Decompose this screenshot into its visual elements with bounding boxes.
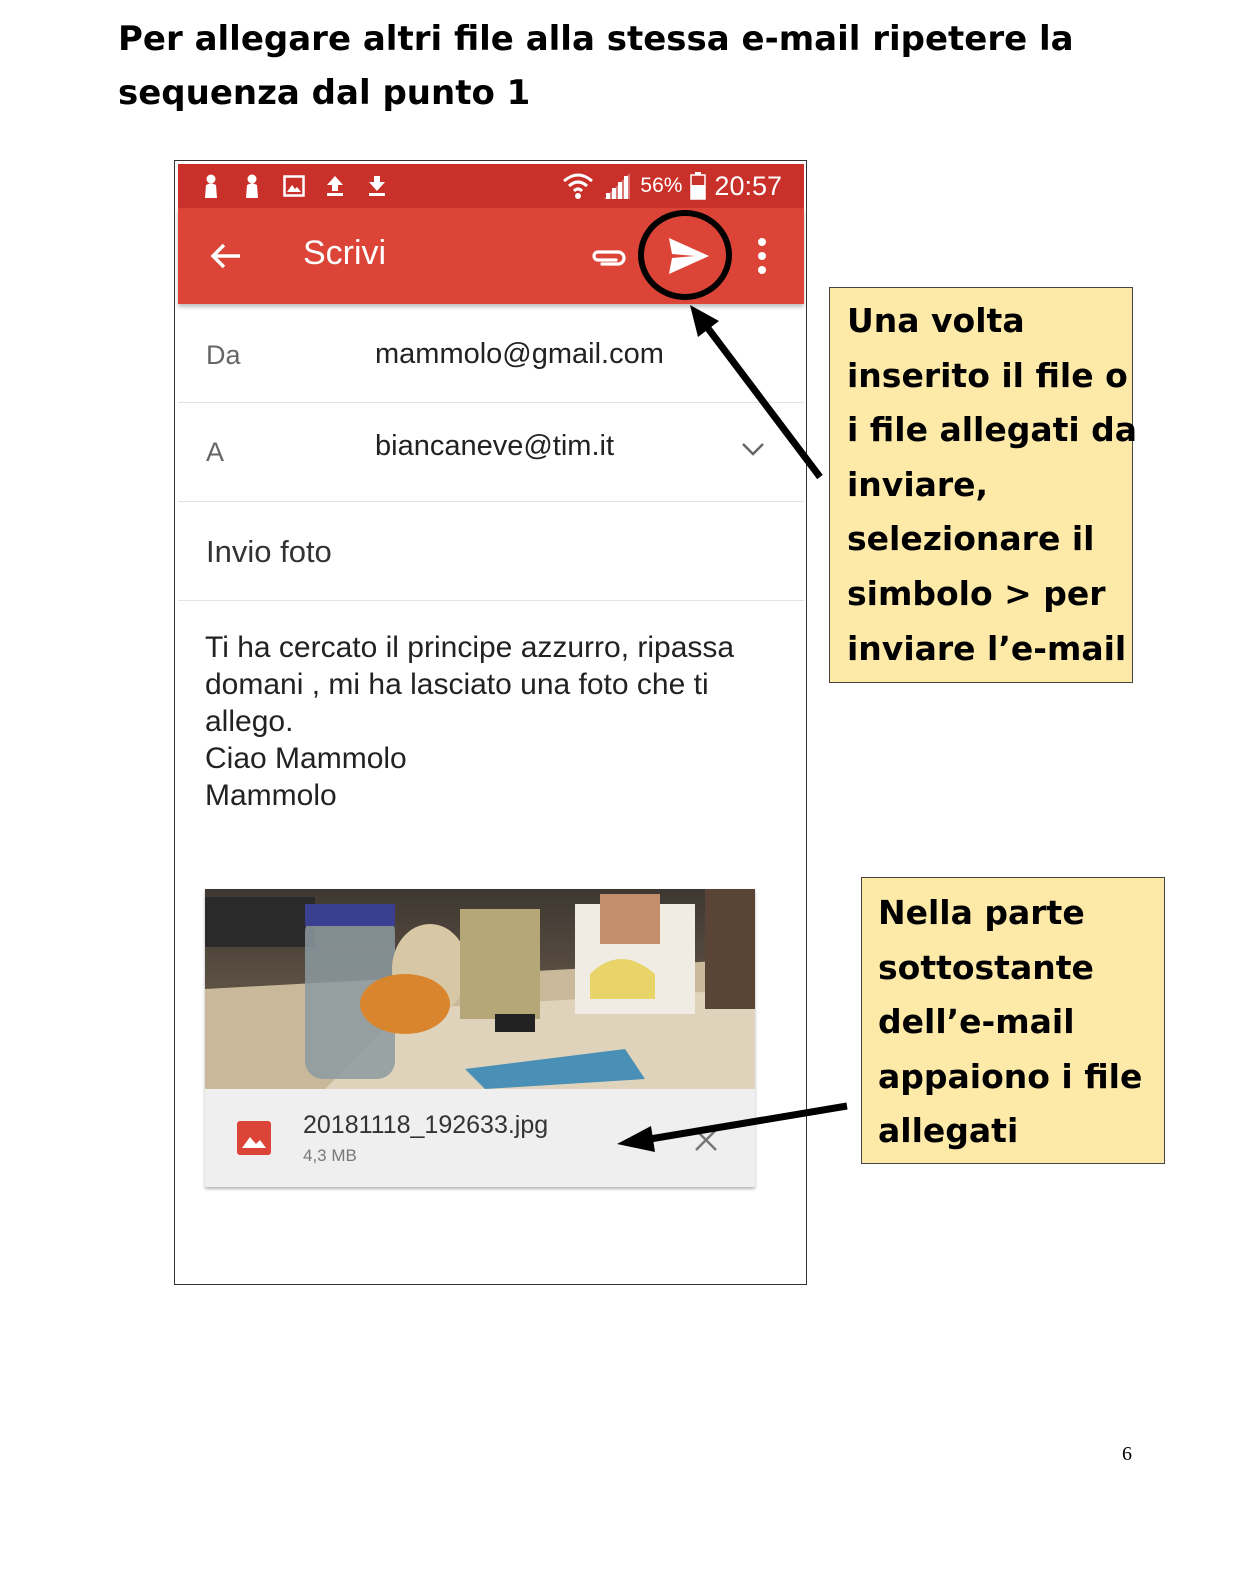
battery-percent: 56% [640,174,683,197]
compose-toolbar: Scrivi [178,208,804,304]
attachment-card[interactable]: 20181118_192633.jpg 4,3 MB [205,889,755,1187]
attach-icon[interactable] [588,238,628,278]
callout-line: simbolo > per [847,573,1106,613]
subject-field[interactable]: Invio foto [206,534,332,570]
page-number: 6 [1122,1443,1132,1465]
send-instructions-callout: Una volta inserito il file o i file alle… [829,287,1138,683]
message-body[interactable]: Ti ha cercato il principe azzurro, ripas… [205,629,785,814]
callout-line: i file allegati da [847,410,1138,450]
callout-line: dell’e-mail [878,1002,1075,1042]
body-line: Mammolo [205,779,337,812]
to-row: A biancaneve@tim.it [178,403,804,502]
from-value[interactable]: mammolo@gmail.com [375,338,664,371]
attachment-info-bar: 20181118_192633.jpg 4,3 MB [205,1089,755,1187]
to-value[interactable]: biancaneve@tim.it [375,430,614,463]
upload-icon [324,173,346,199]
callout-line: Una volta [847,301,1025,340]
callout-line: Nella parte [878,893,1085,932]
image-icon [283,173,305,199]
image-file-icon [237,1121,271,1155]
more-options-icon[interactable] [756,236,768,276]
battery-icon [690,172,707,200]
toolbar-title: Scrivi [303,234,387,272]
callout-line: allegati [878,1111,1019,1151]
attachment-file-name: 20181118_192633.jpg [303,1111,549,1139]
from-row: Da mammolo@gmail.com [178,304,804,403]
body-line: Ti ha cercato il principe azzurro, ripas… [205,631,735,664]
person-icon [200,173,222,199]
subject-row[interactable]: Invio foto [178,502,804,601]
attachment-file-size: 4,3 MB [303,1146,357,1165]
heading-line-2: sequenza dal punto 1 [118,73,531,113]
body-line: Ciao Mammolo [205,742,407,775]
chevron-down-icon[interactable] [740,439,766,459]
callout-line: inserito il file o [847,355,1128,395]
heading-line-1: Per allegare altri file alla stessa e-ma… [118,19,1074,59]
person-icon [241,173,263,199]
phone-screenshot: 56% 20:57 Scrivi Da mammolo@gmail.com A [174,160,807,1285]
send-highlight-circle [638,210,732,300]
attachments-callout: Nella parte sottostante dell’e-mail appa… [861,877,1165,1164]
callout-line: selezionare il [847,519,1095,559]
status-bar: 56% 20:57 [178,164,804,208]
attachment-photo-preview [205,889,755,1089]
status-right: 56% 20:57 [562,168,782,204]
status-time: 20:57 [714,170,782,201]
body-line: domani , mi ha lasciato una foto che ti [205,668,709,701]
signal-icon [604,173,631,199]
to-label: A [206,437,225,467]
back-arrow-icon[interactable] [204,234,248,278]
close-icon[interactable] [693,1127,719,1153]
wifi-icon [563,173,594,199]
body-line: allego. [205,705,294,738]
callout-line: appaiono i file [878,1056,1143,1096]
callout-line: inviare, [847,464,989,504]
page-heading: Per allegare altri file alla stessa e-ma… [118,12,1074,120]
download-icon [366,173,388,199]
callout-line: sottostante [878,947,1094,987]
from-label: Da [206,340,241,370]
callout-line: inviare l’e-mail [847,628,1127,668]
